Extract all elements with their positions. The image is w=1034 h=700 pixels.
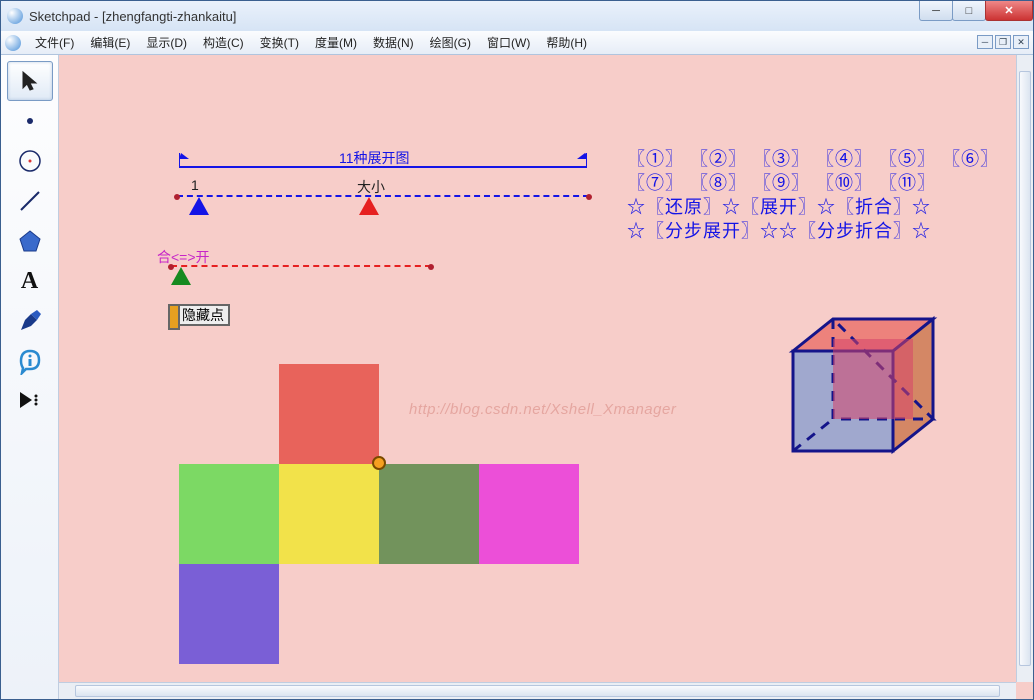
slider2-label: 合<=>开 (157, 247, 210, 267)
slider1-handle-size[interactable] (359, 197, 379, 215)
cube-3d (785, 311, 941, 465)
info-icon (16, 347, 44, 375)
link-6[interactable]: 〖⑥〗 (942, 149, 999, 169)
cursor-icon (19, 70, 41, 92)
menu-file[interactable]: 文件(F) (27, 31, 82, 54)
menu-transform[interactable]: 变换(T) (252, 31, 307, 54)
link-7[interactable]: 〖⑦〗 (627, 173, 684, 193)
app-icon (7, 8, 23, 24)
net-face-top[interactable] (279, 364, 379, 464)
sketch-canvas[interactable]: 11种展开图 1 大小 合<=>开 隐藏 (59, 55, 1033, 699)
point-tool[interactable] (7, 101, 53, 141)
line-tool[interactable] (7, 181, 53, 221)
polygon-tool[interactable] (7, 221, 53, 261)
app-window: Sketchpad - [zhengfangti-zhankaitu] ─ □ … (0, 0, 1034, 700)
hide-points-label: 隐藏点 (182, 305, 224, 325)
workspace: A 11种展开图 (1, 55, 1033, 699)
maximize-button[interactable]: □ (952, 1, 986, 21)
menu-measure[interactable]: 度量(M) (307, 31, 365, 54)
menu-number[interactable]: 数据(N) (365, 31, 422, 54)
vertical-scrollbar[interactable] (1016, 55, 1033, 682)
net-face-left[interactable] (179, 464, 279, 564)
canvas-area: 11种展开图 1 大小 合<=>开 隐藏 (59, 55, 1033, 699)
menu-graph[interactable]: 绘图(G) (422, 31, 479, 54)
link-restore[interactable]: ☆〖还原〗☆〖展开〗☆〖折合〗☆ (627, 197, 931, 217)
brace-title: 11种展开图 (339, 148, 410, 168)
menubar: 文件(F) 编辑(E) 显示(D) 构造(C) 变换(T) 度量(M) 数据(N… (1, 31, 1033, 55)
link-11[interactable]: 〖⑪〗 (879, 173, 936, 193)
app-icon-small (5, 35, 21, 51)
arrow-tool[interactable] (7, 61, 53, 101)
slider2-handle[interactable] (171, 267, 191, 285)
horizontal-scrollbar[interactable] (59, 682, 1016, 699)
link-step[interactable]: ☆〖分步展开〗☆☆〖分步折合〗☆ (627, 221, 931, 241)
mdi-minimize[interactable]: ─ (977, 35, 993, 49)
link-1[interactable]: 〖①〗 (627, 149, 684, 169)
mdi-close[interactable]: ✕ (1013, 35, 1029, 49)
link-9[interactable]: 〖⑨〗 (753, 173, 810, 193)
link-4[interactable]: 〖④〗 (816, 149, 873, 169)
hide-points-button[interactable]: 隐藏点 (176, 304, 230, 326)
menu-display[interactable]: 显示(D) (138, 31, 195, 54)
net-face-right1[interactable] (379, 464, 479, 564)
pivot-point[interactable] (372, 456, 386, 470)
window-title: Sketchpad - [zhengfangti-zhankaitu] (29, 9, 236, 24)
net-face-right2[interactable] (479, 464, 579, 564)
net-face-bottom[interactable] (179, 564, 279, 664)
pen-icon (17, 308, 43, 334)
minimize-button[interactable]: ─ (919, 1, 953, 21)
menu-help[interactable]: 帮助(H) (538, 31, 595, 54)
text-tool[interactable]: A (7, 261, 53, 301)
marker-tool[interactable] (7, 301, 53, 341)
circle-icon (17, 148, 43, 174)
menu-construct[interactable]: 构造(C) (195, 31, 252, 54)
line-icon (17, 188, 43, 214)
play-icon (16, 390, 44, 412)
link-panel: 〖①〗 〖②〗 〖③〗 〖④〗 〖⑤〗 〖⑥〗 〖⑦〗 〖⑧〗 〖⑨〗 〖⑩〗 … (627, 147, 1003, 243)
link-5[interactable]: 〖⑤〗 (879, 149, 936, 169)
net-face-center[interactable] (279, 464, 379, 564)
menu-edit[interactable]: 编辑(E) (82, 31, 138, 54)
link-10[interactable]: 〖⑩〗 (816, 173, 873, 193)
slider1-min-label: 1 (191, 177, 199, 193)
compass-tool[interactable] (7, 141, 53, 181)
menu-window[interactable]: 窗口(W) (479, 31, 538, 54)
close-button[interactable]: ✕ (985, 1, 1033, 21)
pentagon-icon (16, 227, 44, 255)
point-icon (19, 110, 41, 132)
window-controls: ─ □ ✕ (920, 1, 1033, 21)
link-3[interactable]: 〖③〗 (753, 149, 810, 169)
mdi-controls: ─ ❐ ✕ (977, 35, 1029, 49)
mdi-restore[interactable]: ❐ (995, 35, 1011, 49)
slider-fold[interactable] (171, 265, 431, 267)
slider1-handle-min[interactable] (189, 197, 209, 215)
tool-palette: A (1, 55, 59, 699)
titlebar: Sketchpad - [zhengfangti-zhankaitu] ─ □ … (1, 1, 1033, 31)
info-tool[interactable] (7, 341, 53, 381)
slider1-size-label: 大小 (357, 177, 385, 197)
link-8[interactable]: 〖⑧〗 (690, 173, 747, 193)
text-icon: A (21, 268, 38, 295)
custom-tool[interactable] (7, 381, 53, 421)
link-2[interactable]: 〖②〗 (690, 149, 747, 169)
watermark-text: http://blog.csdn.net/Xshell_Xmanager (409, 401, 676, 418)
